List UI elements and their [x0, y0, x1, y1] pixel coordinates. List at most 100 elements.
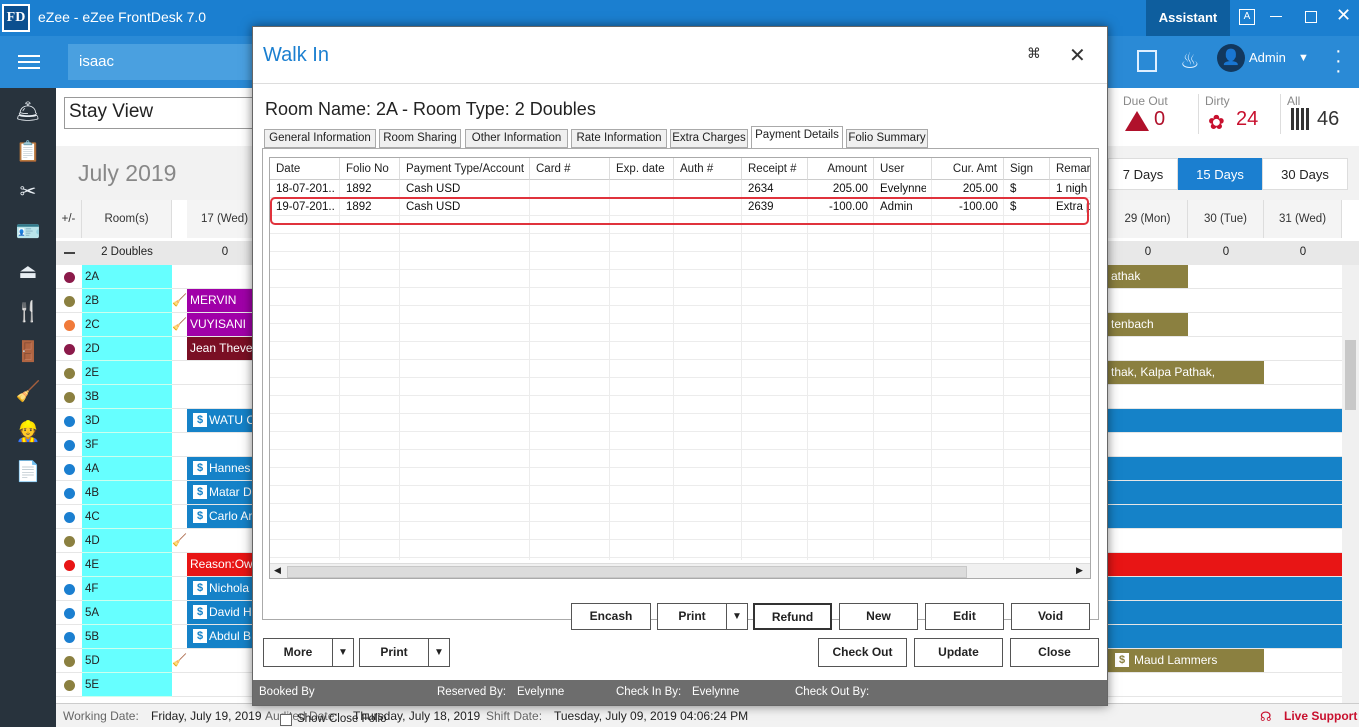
booking-bar[interactable]: Maud Lammers — [1108, 649, 1264, 672]
check-out-button[interactable]: Check Out — [818, 638, 907, 667]
more-vertical-icon[interactable]: · · · — [1335, 41, 1342, 81]
booking-bar[interactable] — [1108, 601, 1342, 624]
door-icon[interactable]: 🚪 — [14, 338, 42, 366]
translate-icon[interactable]: A — [1239, 9, 1255, 25]
room-label[interactable]: 5B — [82, 625, 172, 649]
booking-bar[interactable]: athak — [1108, 265, 1188, 288]
restaurant-icon[interactable]: 🍴 — [14, 298, 42, 326]
translate-icon[interactable]: ⌘ — [1027, 45, 1045, 63]
booking-bar[interactable]: VUYISANI — [187, 313, 252, 336]
booking-bar[interactable] — [1108, 553, 1342, 576]
column-header[interactable]: Date — [270, 158, 340, 180]
cleaning-icon[interactable]: 🧹 — [14, 378, 42, 406]
refund-button[interactable]: Refund — [753, 603, 832, 630]
range-15-days[interactable]: 15 Days — [1178, 158, 1262, 190]
room-label[interactable]: 4E — [82, 553, 172, 577]
booking-bar[interactable]: tenbach — [1108, 313, 1188, 336]
scroll-right-icon[interactable]: ▶ — [1076, 565, 1083, 576]
more-dropdown-icon[interactable]: ▼ — [332, 638, 354, 667]
horizontal-scrollbar[interactable]: ◀ ▶ — [270, 563, 1090, 578]
more-button[interactable]: More — [263, 638, 333, 667]
column-header[interactable]: Sign — [1004, 158, 1050, 180]
housekeeping-icon[interactable]: ♨ — [1180, 48, 1200, 74]
room-label[interactable]: 2A — [82, 265, 172, 289]
column-header[interactable]: Folio No — [340, 158, 400, 180]
booking-bar[interactable] — [1108, 625, 1342, 648]
column-header[interactable]: Payment Type/Account — [400, 158, 530, 180]
room-label[interactable]: 5E — [82, 673, 172, 697]
restore-icon[interactable] — [1305, 11, 1317, 23]
iron-icon[interactable]: ⏏ — [14, 258, 42, 286]
booking-bar[interactable] — [1108, 409, 1342, 432]
column-toggle[interactable]: +/- — [56, 200, 82, 238]
close-button[interactable]: Close — [1010, 638, 1099, 667]
room-label[interactable]: 5D — [82, 649, 172, 673]
minimize-icon[interactable] — [1270, 16, 1282, 17]
close-icon[interactable]: ✕ — [1336, 5, 1351, 26]
booking-bar[interactable]: thak, Kalpa Pathak, — [1108, 361, 1264, 384]
room-label[interactable]: 5A — [82, 601, 172, 625]
bottom-print-button[interactable]: Print — [359, 638, 429, 667]
room-label[interactable]: 4D — [82, 529, 172, 553]
dialog-close-icon[interactable]: ✕ — [1069, 43, 1086, 68]
column-header[interactable]: Receipt # — [742, 158, 808, 180]
tab-room-sharing[interactable]: Room Sharing — [379, 129, 461, 148]
user-name[interactable]: Admin — [1249, 50, 1286, 65]
room-label[interactable]: 2B — [82, 289, 172, 313]
booking-bar[interactable]: Jean Theven — [187, 337, 252, 360]
booking-bar[interactable] — [1108, 577, 1342, 600]
room-label[interactable]: 3F — [82, 433, 172, 457]
room-label[interactable]: 4A — [82, 457, 172, 481]
void-button[interactable]: Void — [1011, 603, 1090, 630]
menu-icon[interactable] — [18, 55, 40, 69]
room-label[interactable]: 4C — [82, 505, 172, 529]
bottom-print-dropdown-icon[interactable]: ▼ — [428, 638, 450, 667]
tab-rate-information[interactable]: Rate Information — [571, 129, 667, 148]
encash-button[interactable]: Encash — [571, 603, 651, 630]
show-close-folio-checkbox[interactable] — [280, 714, 292, 726]
range-7-days[interactable]: 7 Days — [1108, 158, 1178, 190]
scroll-left-icon[interactable]: ◀ — [274, 565, 281, 576]
update-button[interactable]: Update — [914, 638, 1003, 667]
room-label[interactable]: 4B — [82, 481, 172, 505]
room-label[interactable]: 3B — [82, 385, 172, 409]
staff-icon[interactable]: 👷 — [14, 418, 42, 446]
column-header[interactable]: Exp. date — [610, 158, 674, 180]
column-header[interactable]: Remar — [1050, 158, 1090, 180]
room-label[interactable]: 2C — [82, 313, 172, 337]
scroll-thumb[interactable] — [287, 566, 967, 578]
assistant-button[interactable]: Assistant — [1146, 0, 1230, 36]
column-header[interactable]: Cur. Amt — [932, 158, 1004, 180]
reservation-icon[interactable]: 📋 — [14, 138, 42, 166]
room-label[interactable]: 2D — [82, 337, 172, 361]
tools-icon[interactable]: ✂ — [14, 178, 42, 206]
booking-bar[interactable]: Reason:Owr — [187, 553, 252, 576]
booking-bar[interactable] — [1108, 481, 1342, 504]
edit-button[interactable]: Edit — [925, 603, 1004, 630]
settings-report-icon[interactable]: 📄 — [14, 458, 42, 486]
column-header[interactable]: Card # — [530, 158, 610, 180]
room-label[interactable]: 2E — [82, 361, 172, 385]
live-support-link[interactable]: Live Support — [1284, 709, 1357, 723]
front-desk-icon[interactable]: 🛎 — [14, 98, 42, 126]
tab-folio-summary[interactable]: Folio Summary — [846, 129, 928, 148]
collapse-icon[interactable] — [64, 252, 75, 254]
booking-bar[interactable]: MERVIN — [187, 289, 252, 312]
column-header[interactable]: Amount — [808, 158, 874, 180]
column-header[interactable]: Auth # — [674, 158, 742, 180]
print-dropdown-icon[interactable]: ▼ — [726, 603, 748, 630]
room-label[interactable]: 3D — [82, 409, 172, 433]
booking-bar[interactable] — [1108, 457, 1342, 480]
new-button[interactable]: New — [839, 603, 918, 630]
tab-general-information[interactable]: General Information — [264, 129, 376, 148]
tab-payment-details[interactable]: Payment Details — [751, 126, 843, 149]
report-icon[interactable] — [1137, 50, 1157, 72]
column-header[interactable]: User — [874, 158, 932, 180]
headset-icon[interactable]: ☊ — [1260, 709, 1272, 725]
chevron-down-icon[interactable]: ▼ — [1298, 52, 1309, 64]
search-input[interactable]: isaac — [68, 44, 258, 80]
tab-other-information[interactable]: Other Information — [465, 129, 568, 148]
tab-extra-charges[interactable]: Extra Charges — [670, 129, 748, 148]
vertical-scrollbar[interactable] — [1342, 265, 1359, 703]
range-30-days[interactable]: 30 Days — [1262, 158, 1348, 190]
